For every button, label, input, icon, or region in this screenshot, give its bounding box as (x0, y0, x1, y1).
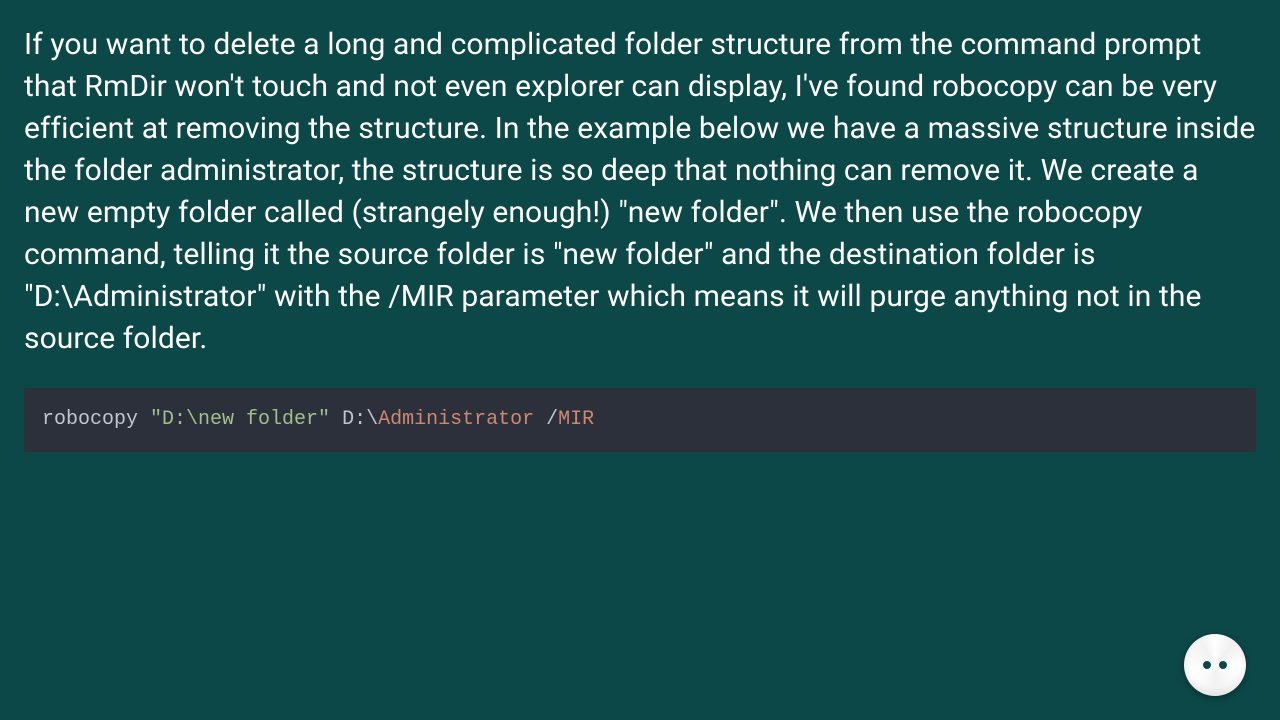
code-token-flag: MIR (558, 408, 594, 431)
body-paragraph: If you want to delete a long and complic… (24, 24, 1256, 360)
code-token-flag-slash: / (534, 408, 558, 431)
code-token-sep (330, 408, 342, 431)
code-token-command: robocopy (42, 408, 150, 431)
article-content: If you want to delete a long and complic… (0, 0, 1280, 452)
face-eye-icon (1219, 661, 1227, 669)
face-eye-icon (1203, 661, 1211, 669)
code-block: robocopy "D:\new folder" D:\Administrato… (24, 388, 1256, 452)
code-token-source-path: "D:\new folder" (150, 408, 330, 431)
code-token-dest-drive: D:\ (342, 408, 378, 431)
chat-widget-button[interactable] (1184, 634, 1246, 696)
code-token-dest-folder: Administrator (378, 408, 534, 431)
